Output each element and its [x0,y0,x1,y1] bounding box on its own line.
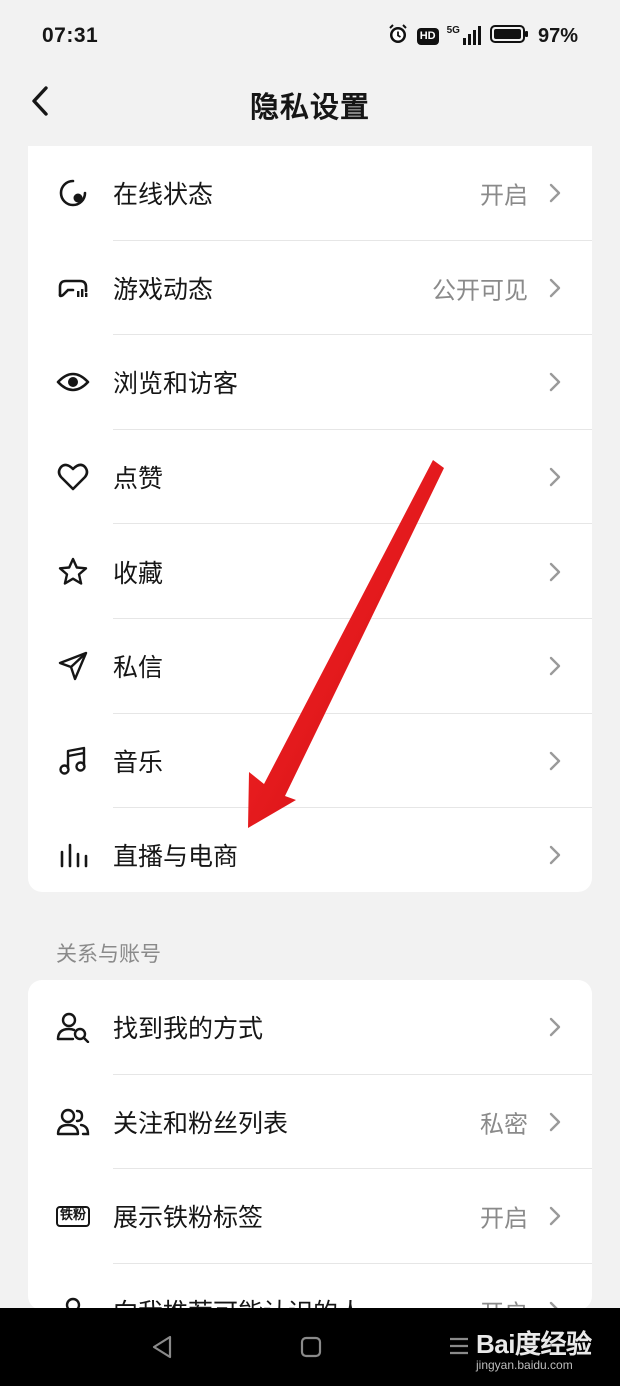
item-label: 找到我的方式 [113,1014,264,1044]
page-title: 隐私设置 [249,90,370,124]
watermark-url: jingyan.baidu.com [476,1358,573,1372]
item-value: 公开可见 [432,276,528,305]
chevron-right-icon [549,657,561,676]
item-label: 音乐 [113,747,164,777]
network-type: 5G [446,25,460,36]
chevron-right-icon [549,846,561,865]
status-time: 07:31 [42,24,99,47]
status-icons: HD 5G 97% [387,23,578,50]
users-icon [56,1105,90,1139]
privacy-list: 在线状态 开启 游戏动态 公开可见 浏览和访客 点赞 收藏 私信 音乐 直播与电… [28,146,592,892]
hd-badge: HD [416,27,439,45]
alarm-icon [387,23,409,50]
chevron-right-icon [549,751,561,771]
privacy-item-game-activity[interactable]: 游戏动态 公开可见 [28,241,592,336]
nav-home-square-icon[interactable] [300,1336,322,1358]
eye-icon [56,365,90,399]
nav-back-triangle-icon[interactable] [150,1334,174,1360]
fan-badge-icon: 铁粉 [56,1199,91,1233]
relations-item-recommend-me[interactable]: 向我推荐可能认识的人 开启 [28,1264,592,1310]
battery-icon [489,24,530,49]
privacy-item-online-status[interactable]: 在线状态 开启 [28,146,592,241]
chevron-right-icon [549,1018,561,1037]
item-value: 开启 [480,181,528,210]
item-label: 点赞 [113,464,164,494]
item-label: 关注和粉丝列表 [113,1108,289,1138]
heart-icon [56,460,90,494]
item-label: 浏览和访客 [113,369,239,399]
chevron-right-icon [549,278,561,298]
gamepad-icon [56,271,90,305]
relations-item-follow-list[interactable]: 关注和粉丝列表 私密 [28,1075,592,1170]
item-label: 收藏 [113,558,164,588]
item-label: 游戏动态 [113,274,214,304]
relations-item-fan-badge[interactable]: 铁粉 展示铁粉标签 开启 [28,1169,592,1264]
chevron-right-icon [549,373,561,392]
send-icon [56,649,90,683]
online-status-icon [56,176,90,210]
star-icon [56,555,90,589]
relations-item-find-me[interactable]: 找到我的方式 [28,980,592,1075]
fan-badge-text: 铁粉 [56,1206,91,1227]
item-label: 直播与电商 [113,842,239,872]
battery-percent: 97% [537,24,578,47]
chevron-right-icon [549,1207,561,1226]
chevron-right-icon [549,562,561,581]
system-nav-bar: Bai度经验 jingyan.baidu.com [0,1308,620,1386]
watermark-logo: Bai度经验 [476,1329,592,1359]
chevron-right-icon [549,184,561,203]
item-value: 开启 [480,1204,528,1233]
privacy-item-messages[interactable]: 私信 [28,619,592,714]
privacy-item-music[interactable]: 音乐 [28,714,592,809]
privacy-item-likes[interactable]: 点赞 [28,430,592,525]
privacy-item-favorites[interactable]: 收藏 [28,524,592,619]
item-label: 私信 [113,653,164,683]
relations-list: 找到我的方式 关注和粉丝列表 私密 铁粉 展示铁粉标签 开启 向我推荐可能认识的… [28,980,592,1310]
privacy-item-live-ecommerce[interactable]: 直播与电商 [28,808,592,892]
chevron-right-icon [549,467,561,487]
section-title-relations: 关系与账号 [56,942,161,966]
nav-menu-icon[interactable] [448,1335,470,1357]
item-value: 私密 [480,1110,528,1139]
privacy-item-browse-visitors[interactable]: 浏览和访客 [28,335,592,430]
music-icon [56,744,90,778]
status-bar: 07:31 HD 5G 97% [0,0,620,72]
live-bars-icon [56,838,90,872]
item-label: 展示铁粉标签 [113,1203,264,1233]
user-search-icon [56,1010,90,1044]
signal-icon: 5G [447,26,482,46]
item-label: 在线状态 [113,180,214,210]
nav-bar: 隐私设置 [0,72,620,132]
chevron-right-icon [549,1112,561,1132]
